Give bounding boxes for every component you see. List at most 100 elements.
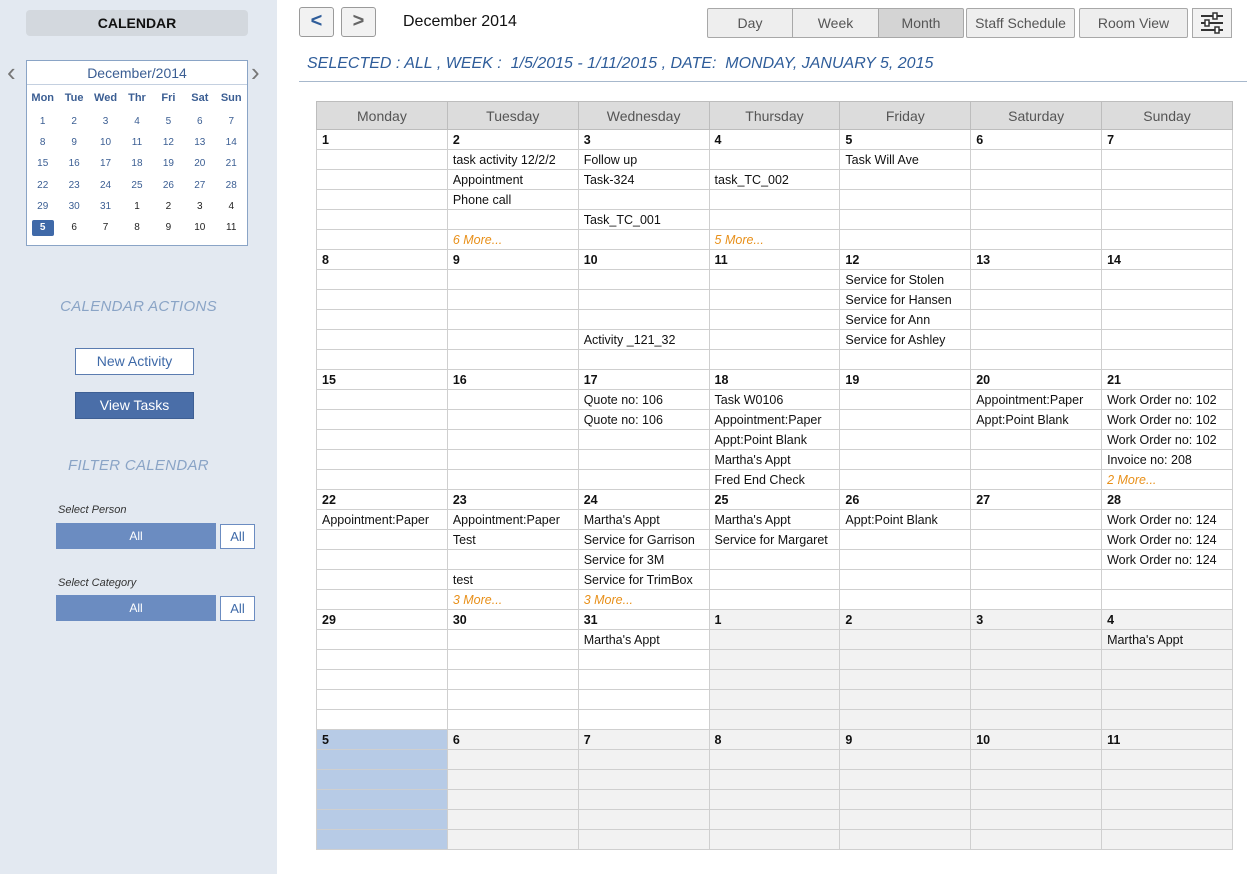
mini-day[interactable]: 6	[58, 222, 89, 233]
empty-slot[interactable]	[970, 329, 1103, 350]
mini-day[interactable]: 29	[27, 201, 58, 212]
select-category-dropdown[interactable]: All	[56, 595, 216, 621]
empty-slot[interactable]	[316, 309, 448, 330]
empty-slot[interactable]	[839, 389, 972, 410]
empty-slot[interactable]	[446, 649, 579, 670]
day-number[interactable]: 14	[1101, 249, 1233, 270]
empty-slot[interactable]	[970, 809, 1103, 830]
mini-day[interactable]: 1	[121, 201, 152, 212]
day-number[interactable]: 11	[708, 249, 841, 270]
mini-day[interactable]: 5	[153, 116, 184, 127]
empty-slot[interactable]	[839, 469, 972, 490]
empty-slot[interactable]	[839, 829, 972, 850]
empty-slot[interactable]	[1101, 329, 1233, 350]
new-activity-button[interactable]: New Activity	[75, 348, 194, 375]
mini-day[interactable]: 26	[153, 180, 184, 191]
empty-slot[interactable]	[316, 829, 448, 850]
empty-slot[interactable]	[1101, 309, 1233, 330]
empty-slot[interactable]	[446, 829, 579, 850]
day-number[interactable]: 5	[316, 729, 448, 750]
mini-day[interactable]: 11	[121, 137, 152, 148]
empty-slot[interactable]	[316, 809, 448, 830]
day-number[interactable]: 21	[1101, 369, 1233, 390]
empty-slot[interactable]	[446, 409, 579, 430]
empty-slot[interactable]	[708, 349, 841, 370]
empty-slot[interactable]	[316, 429, 448, 450]
week-view-button[interactable]: Week	[793, 8, 879, 38]
empty-slot[interactable]	[839, 569, 972, 590]
empty-slot[interactable]	[839, 809, 972, 830]
empty-slot[interactable]	[970, 229, 1103, 250]
mini-day[interactable]: 24	[90, 180, 121, 191]
empty-slot[interactable]	[446, 209, 579, 230]
day-number[interactable]: 4	[1101, 609, 1233, 630]
day-number[interactable]: 11	[1101, 729, 1233, 750]
day-number[interactable]: 19	[839, 369, 972, 390]
mini-day[interactable]: 21	[216, 158, 247, 169]
mini-day[interactable]: 28	[216, 180, 247, 191]
mini-day[interactable]: 1	[27, 116, 58, 127]
mini-day[interactable]: 4	[216, 201, 247, 212]
empty-slot[interactable]	[839, 629, 972, 650]
calendar-event[interactable]: Task-324	[577, 169, 710, 190]
day-number[interactable]: 17	[577, 369, 710, 390]
empty-slot[interactable]	[1101, 289, 1233, 310]
empty-slot[interactable]	[839, 669, 972, 690]
empty-slot[interactable]	[708, 269, 841, 290]
calendar-event[interactable]: Service for Ann	[839, 309, 972, 330]
day-number[interactable]: 1	[316, 129, 448, 150]
empty-slot[interactable]	[1101, 269, 1233, 290]
empty-slot[interactable]	[316, 389, 448, 410]
mini-day[interactable]: 7	[90, 222, 121, 233]
empty-slot[interactable]	[1101, 349, 1233, 370]
day-number[interactable]: 29	[316, 609, 448, 630]
calendar-event[interactable]: Work Order no: 102	[1101, 429, 1233, 450]
day-number[interactable]: 27	[970, 489, 1103, 510]
empty-slot[interactable]	[708, 809, 841, 830]
empty-slot[interactable]	[839, 689, 972, 710]
calendar-event[interactable]: Quote no: 106	[577, 389, 710, 410]
day-number[interactable]: 30	[446, 609, 579, 630]
mini-day[interactable]: 18	[121, 158, 152, 169]
calendar-event[interactable]: Martha's Appt	[577, 509, 710, 530]
person-all-button[interactable]: All	[220, 524, 255, 549]
empty-slot[interactable]	[1101, 649, 1233, 670]
empty-slot[interactable]	[708, 649, 841, 670]
calendar-event[interactable]: Service for 3M	[577, 549, 710, 570]
empty-slot[interactable]	[708, 309, 841, 330]
day-number[interactable]: 2	[839, 609, 972, 630]
mini-day[interactable]: 23	[58, 180, 89, 191]
mini-day[interactable]: 13	[184, 137, 215, 148]
calendar-event[interactable]: Appointment	[446, 169, 579, 190]
empty-slot[interactable]	[1101, 669, 1233, 690]
select-person-dropdown[interactable]: All	[56, 523, 216, 549]
empty-slot[interactable]	[577, 189, 710, 210]
day-number[interactable]: 31	[577, 609, 710, 630]
empty-slot[interactable]	[446, 549, 579, 570]
empty-slot[interactable]	[970, 209, 1103, 230]
calendar-event[interactable]: Appt:Point Blank	[839, 509, 972, 530]
calendar-event[interactable]: Activity _121_32	[577, 329, 710, 350]
mini-day[interactable]: 22	[27, 180, 58, 191]
empty-slot[interactable]	[839, 549, 972, 570]
empty-slot[interactable]	[316, 749, 448, 770]
mini-day[interactable]: 31	[90, 201, 121, 212]
empty-slot[interactable]	[446, 769, 579, 790]
empty-slot[interactable]	[316, 329, 448, 350]
empty-slot[interactable]	[446, 629, 579, 650]
empty-slot[interactable]	[316, 789, 448, 810]
calendar-event[interactable]: Quote no: 106	[577, 409, 710, 430]
calendar-event[interactable]: Appointment:Paper	[970, 389, 1103, 410]
more-events-link[interactable]: 5 More...	[715, 233, 764, 247]
empty-slot[interactable]	[1101, 589, 1233, 610]
empty-slot[interactable]	[577, 709, 710, 730]
day-number[interactable]: 7	[577, 729, 710, 750]
empty-slot[interactable]	[316, 289, 448, 310]
empty-slot[interactable]	[316, 269, 448, 290]
empty-slot[interactable]	[839, 169, 972, 190]
empty-slot[interactable]	[1101, 209, 1233, 230]
more-events-link[interactable]: 2 More...	[1107, 473, 1156, 487]
empty-slot[interactable]	[577, 669, 710, 690]
empty-slot[interactable]	[1101, 169, 1233, 190]
empty-slot[interactable]	[316, 709, 448, 730]
